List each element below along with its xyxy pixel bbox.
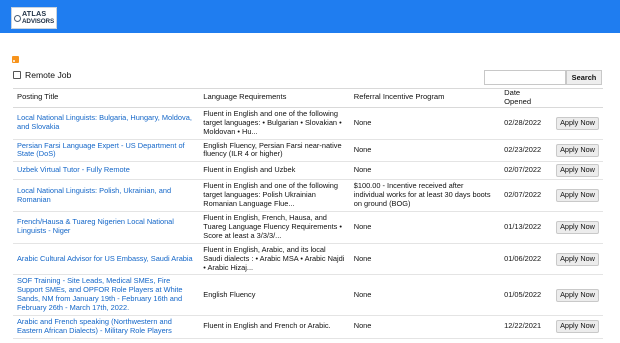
action-cell: Apply Now	[552, 139, 603, 163]
referral-incentive-cell: None	[349, 161, 501, 181]
posting-title-cell: Arabic Cultural Advisor for US Embassy, …	[13, 243, 200, 276]
table-row: Arabic and French speaking (Northwestern…	[13, 315, 603, 339]
apply-now-button[interactable]: Apply Now	[556, 220, 599, 234]
posting-title-cell: Uzbek Virtual Tutor - Fully Remote	[13, 161, 200, 181]
referral-incentive-cell: $100.00 - Incentive received after indiv…	[349, 179, 501, 212]
posting-title-cell: Arabic and French speaking (Northwestern…	[13, 315, 200, 339]
posting-title-link[interactable]: SOF Training - Site Leads, Medical SMEs,…	[17, 276, 183, 312]
apply-now-button[interactable]: Apply Now	[556, 320, 599, 334]
remote-job-label: Remote Job	[25, 70, 72, 80]
language-requirements-cell: English Fluency, Persian Farsi near-nati…	[199, 139, 350, 163]
language-requirements-cell: Fluent in English and one of the followi…	[199, 107, 350, 140]
remote-job-checkbox[interactable]	[13, 71, 21, 79]
posting-title-link[interactable]: French/Hausa & Tuareg Nigerien Local Nat…	[17, 217, 174, 235]
language-requirements-cell: Fluent in English, Arabic, and its local…	[199, 243, 350, 276]
date-opened-cell: 12/22/2021	[500, 315, 553, 339]
date-opened-cell: 02/23/2022	[500, 139, 553, 163]
table-row: Uzbek Virtual Tutor - Fully Remote Fluen…	[13, 161, 603, 181]
logo-line-2: ADVISORS	[21, 18, 55, 25]
apply-now-button[interactable]: Apply Now	[556, 164, 599, 178]
table-row: Arabic Cultural Advisor for US Embassy, …	[13, 243, 603, 276]
language-requirements-cell: Fluent in English and one of the followi…	[199, 179, 350, 212]
action-cell: Apply Now	[552, 107, 603, 140]
language-requirements-cell: Fluent in English and French or Arabic.	[199, 315, 350, 339]
apply-now-button[interactable]: Apply Now	[556, 189, 599, 203]
action-cell: Apply Now	[552, 274, 603, 317]
action-cell: Apply Now	[552, 243, 603, 276]
action-cell: Apply Now	[552, 161, 603, 181]
table-row: Local National Linguists: Bulgaria, Hung…	[13, 107, 603, 140]
apply-now-button[interactable]: Apply Now	[556, 143, 599, 157]
referral-incentive-cell: None	[349, 107, 501, 140]
header-posting-title[interactable]: Posting Title	[13, 88, 200, 108]
posting-title-link[interactable]: Persian Farsi Language Expert - US Depar…	[17, 141, 185, 159]
action-cell: Apply Now	[552, 315, 603, 339]
rss-icon[interactable]	[12, 56, 19, 63]
remote-job-filter[interactable]: Remote Job	[13, 70, 71, 80]
date-opened-cell: 02/07/2022	[500, 179, 553, 212]
table-row: French/Hausa & Tuareg Nigerien Local Nat…	[13, 211, 603, 244]
date-opened-cell: 01/06/2022	[500, 243, 553, 276]
table-row: Persian Farsi Language Expert - US Depar…	[13, 139, 603, 163]
language-requirements-cell: Fluent in English and Uzbek	[199, 161, 350, 181]
search-button[interactable]: Search	[566, 70, 602, 85]
posting-title-link[interactable]: Arabic and French speaking (Northwestern…	[17, 317, 172, 335]
referral-incentive-cell: None	[349, 243, 501, 276]
globe-icon	[13, 14, 21, 22]
language-requirements-cell: English Fluency	[199, 274, 350, 317]
posting-title-cell: Local National Linguists: Bulgaria, Hung…	[13, 107, 200, 140]
apply-now-button[interactable]: Apply Now	[556, 252, 599, 266]
job-postings-table: Posting Title Language Requirements Refe…	[13, 88, 603, 339]
search-input[interactable]	[484, 70, 566, 85]
date-opened-cell: 01/05/2022	[500, 274, 553, 317]
language-requirements-cell: Fluent in English, French, Hausa, and Tu…	[199, 211, 350, 244]
posting-title-link[interactable]: Local National Linguists: Polish, Ukrain…	[17, 186, 171, 204]
referral-incentive-cell: None	[349, 315, 501, 339]
header-referral-incentive[interactable]: Referral Incentive Program	[349, 88, 501, 108]
logo-text: ATLAS ADVISORS	[22, 10, 54, 26]
action-cell: Apply Now	[552, 211, 603, 244]
header-date-opened[interactable]: Date Opened	[500, 88, 553, 108]
posting-title-cell: French/Hausa & Tuareg Nigerien Local Nat…	[13, 211, 200, 244]
header-actions	[552, 88, 603, 108]
posting-title-cell: Local National Linguists: Polish, Ukrain…	[13, 179, 200, 212]
date-opened-cell: 01/13/2022	[500, 211, 553, 244]
apply-now-button[interactable]: Apply Now	[556, 288, 599, 302]
apply-now-button[interactable]: Apply Now	[556, 116, 599, 130]
referral-incentive-cell: None	[349, 139, 501, 163]
date-opened-cell: 02/07/2022	[500, 161, 553, 181]
header-language-requirements[interactable]: Language Requirements	[199, 88, 350, 108]
logo-line-1: ATLAS	[21, 9, 47, 18]
table-header-row: Posting Title Language Requirements Refe…	[13, 88, 603, 108]
posting-title-link[interactable]: Local National Linguists: Bulgaria, Hung…	[17, 113, 192, 131]
table-row: Local National Linguists: Polish, Ukrain…	[13, 179, 603, 212]
atlas-advisors-logo[interactable]: ATLAS ADVISORS	[11, 7, 57, 29]
table-row: SOF Training - Site Leads, Medical SMEs,…	[13, 274, 603, 317]
top-bar: ATLAS ADVISORS	[0, 0, 620, 33]
referral-incentive-cell: None	[349, 211, 501, 244]
posting-title-link[interactable]: Uzbek Virtual Tutor - Fully Remote	[17, 165, 130, 174]
date-opened-cell: 02/28/2022	[500, 107, 553, 140]
action-cell: Apply Now	[552, 179, 603, 212]
referral-incentive-cell: None	[349, 274, 501, 317]
posting-title-link[interactable]: Arabic Cultural Advisor for US Embassy, …	[17, 254, 193, 263]
posting-title-cell: Persian Farsi Language Expert - US Depar…	[13, 139, 200, 163]
posting-title-cell: SOF Training - Site Leads, Medical SMEs,…	[13, 274, 200, 317]
